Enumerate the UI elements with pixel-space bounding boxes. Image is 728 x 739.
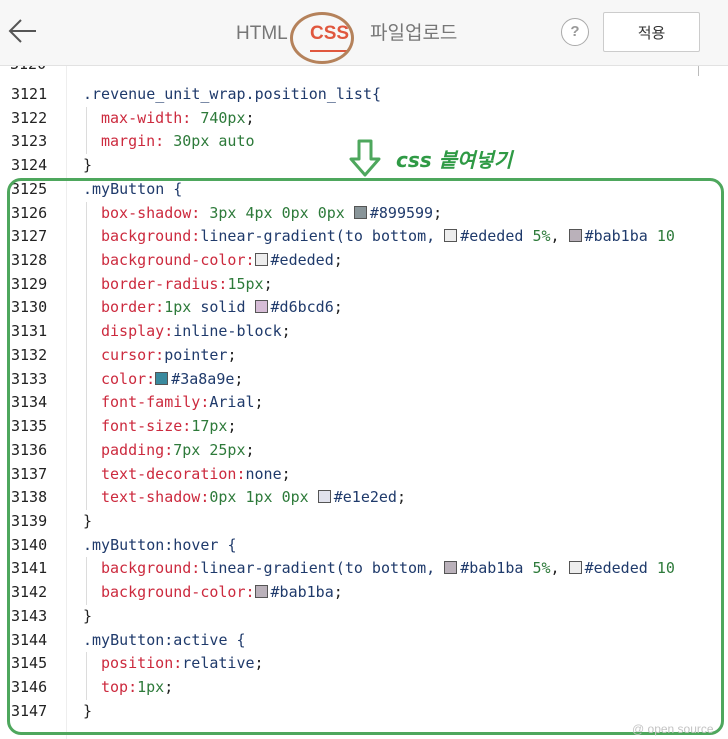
- indent-guide: [86, 106, 87, 131]
- code-token: }: [83, 156, 93, 175]
- apply-button[interactable]: 적용: [603, 12, 700, 52]
- line-number: 3123: [11, 132, 48, 151]
- code-token: 740px: [200, 108, 246, 127]
- back-arrow-icon[interactable]: [6, 14, 40, 48]
- code-token: .revenue_unit_wrap.position_list{: [83, 85, 382, 103]
- code-text: }: [83, 154, 92, 178]
- code-token: max-width:: [101, 108, 201, 127]
- code-token: ;: [245, 108, 255, 127]
- tab-file-upload[interactable]: 파일업로드: [370, 20, 457, 48]
- code-text: margin: 30px auto: [101, 130, 255, 154]
- code-text: .revenue_unit_wrap.position_list{: [83, 83, 381, 107]
- pasted-css-highlight-box: [7, 178, 724, 735]
- help-button[interactable]: ?: [561, 18, 589, 46]
- paste-css-annotation: css 붙여넣기: [396, 148, 513, 172]
- code-token: margin:: [101, 132, 174, 151]
- line-number: 3121: [11, 85, 48, 103]
- line-number: 3122: [11, 108, 48, 127]
- editor-header: HTML CSS 파일업로드 ? 적용: [0, 0, 728, 66]
- watermark: @ open source: [632, 722, 714, 736]
- down-arrow-icon: [349, 139, 381, 177]
- tab-html[interactable]: HTML: [236, 20, 288, 48]
- scrollbar-marker: [698, 66, 699, 76]
- line-number-partial: 3120: [10, 66, 46, 77]
- css-tab-highlight-circle: [290, 12, 354, 64]
- code-line[interactable]: 3122 max-width: 740px;: [0, 106, 728, 131]
- code-token: 30px auto: [173, 132, 255, 151]
- indent-guide: [86, 130, 87, 155]
- code-text: max-width: 740px;: [101, 107, 255, 131]
- line-number: 3124: [11, 156, 48, 175]
- code-line[interactable]: 3121 .revenue_unit_wrap.position_list{: [0, 83, 728, 107]
